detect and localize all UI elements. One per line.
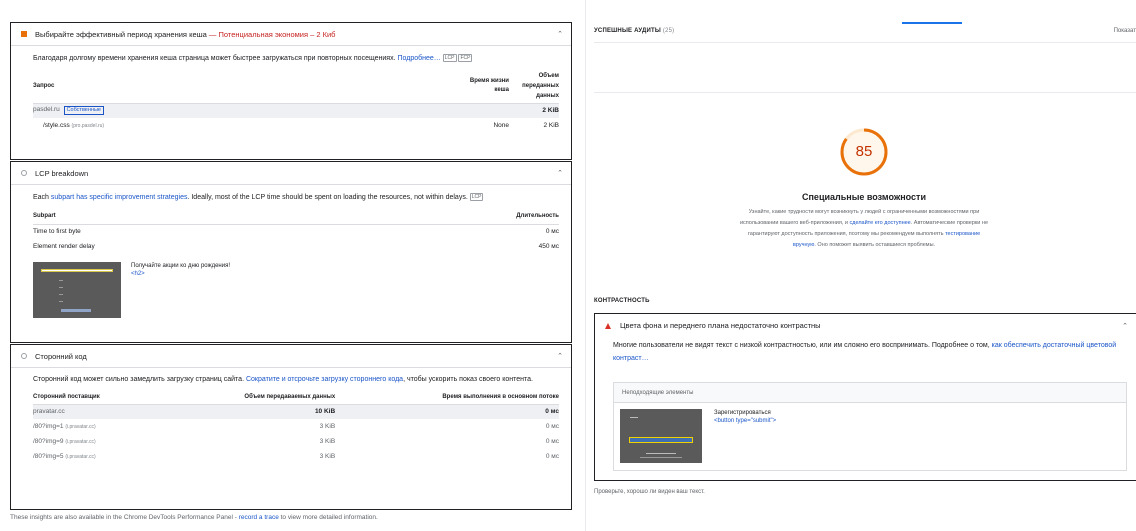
color-contrast-header[interactable]: Цвета фона и переднего плана недостаточн… xyxy=(595,314,1136,337)
col-ttl: Время жизни кеша xyxy=(459,69,509,104)
col-subpart: Subpart xyxy=(33,208,344,225)
category-title: Специальные возможности xyxy=(802,192,926,202)
make-accessible-link[interactable]: сделайте его доступнее xyxy=(850,220,911,226)
node-tag[interactable]: <h2> xyxy=(131,271,230,277)
resource-url[interactable]: /style.css xyxy=(43,122,70,129)
score-value: 85 xyxy=(855,143,873,160)
node-tag[interactable]: <button type="submit"> xyxy=(714,418,776,424)
audit-title: LCP breakdown xyxy=(35,168,89,178)
audit-description: Each subpart has specific improvement st… xyxy=(33,193,484,202)
improvement-strategies-link[interactable]: subpart has specific improvement strateg… xyxy=(51,194,188,201)
chevron-up-icon[interactable]: ⌃ xyxy=(1122,322,1128,330)
metric-chip-lcp: LCP xyxy=(442,54,457,63)
lcp-breakdown-audit: LCP breakdown ⌃ Each subpart has specifi… xyxy=(10,161,572,343)
table-row[interactable]: /80?img=5 (i.pravatar.cc) 3 KiB 0 мс xyxy=(33,449,559,464)
savings-text: — Потенциальная экономия – 2 Киб xyxy=(206,29,336,39)
devtools-footnote: These insights are also available in the… xyxy=(10,514,378,521)
table-row: Time to first byte 0 мс xyxy=(33,228,559,236)
chevron-up-icon[interactable]: ⌃ xyxy=(557,30,563,38)
failing-elements-header: Неподходящие элементы xyxy=(614,383,1126,403)
col-duration: Длительность xyxy=(343,208,559,225)
audit-title: Сторонний код xyxy=(35,351,87,361)
insights-column: Выбирайте эффективный период хранения ке… xyxy=(0,0,577,531)
chevron-up-icon[interactable]: ⌃ xyxy=(557,352,563,360)
divider xyxy=(594,92,1136,93)
show-button[interactable]: Показат xyxy=(1114,28,1136,34)
element-screenshot xyxy=(620,409,702,463)
table-row[interactable]: /80?img=9 (i.pravatar.cc) 3 KiB 0 мс xyxy=(33,434,559,449)
lcp-breakdown-header[interactable]: LCP breakdown ⌃ xyxy=(11,162,571,185)
circle-icon xyxy=(21,353,27,359)
passed-audits-label[interactable]: УСПЕШНЫЕ АУДИТЫ (25) xyxy=(594,28,674,34)
col-size: Объем переданных данных xyxy=(509,69,559,104)
audit-group-label: КОНТРАСТНОСТЬ xyxy=(594,298,650,304)
third-party-audit: Сторонний код ⌃ Сторонний код может силь… xyxy=(10,344,572,510)
table-row[interactable]: /style.css (pro.pasdel.ru) None 2 KiB xyxy=(33,118,559,133)
node-text: Получайте акции ко дню рождения! xyxy=(131,263,231,269)
color-contrast-audit: Цвета фона и переднего плана недостаточн… xyxy=(594,313,1136,481)
failing-element-row[interactable]: Зарегистрироваться <button type="submit"… xyxy=(614,403,1126,463)
audit-description: Сторонний код может сильно замедлить заг… xyxy=(33,376,533,383)
first-party-badge: Собственные xyxy=(63,106,104,116)
warning-square-icon xyxy=(21,31,27,37)
circle-icon xyxy=(21,170,27,176)
chevron-up-icon[interactable]: ⌃ xyxy=(557,169,563,177)
metric-chip-fcp: FCP xyxy=(458,54,473,63)
metric-chip-lcp: LCP xyxy=(469,193,484,202)
third-party-header[interactable]: Сторонний код ⌃ xyxy=(11,345,571,368)
col-main-thread: Время выполнения в основном потоке xyxy=(335,390,559,405)
table-row[interactable]: /80?img=1 (i.pravatar.cc) 3 KiB 0 мс xyxy=(33,419,559,434)
col-transfer: Объем передаваемых данных xyxy=(161,390,336,405)
learn-more-link[interactable]: Подробнее… xyxy=(398,55,441,62)
cache-ttl-audit-header[interactable]: Выбирайте эффективный период хранения ке… xyxy=(11,23,571,46)
manual-check-text: Проверьте, хорошо ли виден ваш текст. xyxy=(594,489,705,495)
entity-cell: pasdel.ru Собственные xyxy=(33,103,459,118)
table-row[interactable]: pasdel.ru Собственные 2 KiB xyxy=(33,103,559,118)
cache-ttl-audit: Выбирайте эффективный период хранения ке… xyxy=(10,22,572,160)
accessibility-column: УСПЕШНЫЕ АУДИТЫ (25) Показат 85 Специаль… xyxy=(585,0,1136,531)
node-text: Зарегистрироваться xyxy=(714,410,771,416)
lcp-table: Subpart Длительность Time to first byte … xyxy=(33,208,559,254)
category-tabs xyxy=(586,0,1136,24)
lcp-element-screenshot xyxy=(33,262,121,318)
third-party-table: Сторонний поставщик Объем передаваемых д… xyxy=(33,390,559,464)
audit-title: Выбирайте эффективный период хранения ке… xyxy=(35,29,336,39)
fail-triangle-icon xyxy=(605,322,611,329)
cache-table: Запрос Время жизни кеша Объем переданных… xyxy=(33,69,559,133)
col-vendor: Сторонний поставщик xyxy=(33,390,162,405)
audit-description: Многие пользователи не видят текст с низ… xyxy=(613,342,1117,362)
audit-title: Цвета фона и переднего плана недостаточн… xyxy=(620,321,821,330)
col-request: Запрос xyxy=(33,69,459,104)
record-trace-link[interactable]: record a trace xyxy=(239,514,279,521)
reduce-third-party-link[interactable]: Сократите и отсрочьте загрузку стороннег… xyxy=(246,376,403,383)
divider xyxy=(594,42,1136,43)
category-description: Узнайте, какие трудности могут возникнут… xyxy=(739,209,989,248)
lcp-element[interactable]: Получайте акции ко дню рождения! <h2> xyxy=(33,262,559,318)
active-tab-indicator xyxy=(902,22,962,24)
table-row[interactable]: pravatar.cc 10 KiB 0 мс xyxy=(33,404,559,419)
failing-elements: Неподходящие элементы Зарегистрироваться… xyxy=(613,382,1127,471)
audit-description: Благодаря долгому времени хранения кеша … xyxy=(33,54,473,63)
table-row: Element render delay 450 мс xyxy=(33,243,559,250)
